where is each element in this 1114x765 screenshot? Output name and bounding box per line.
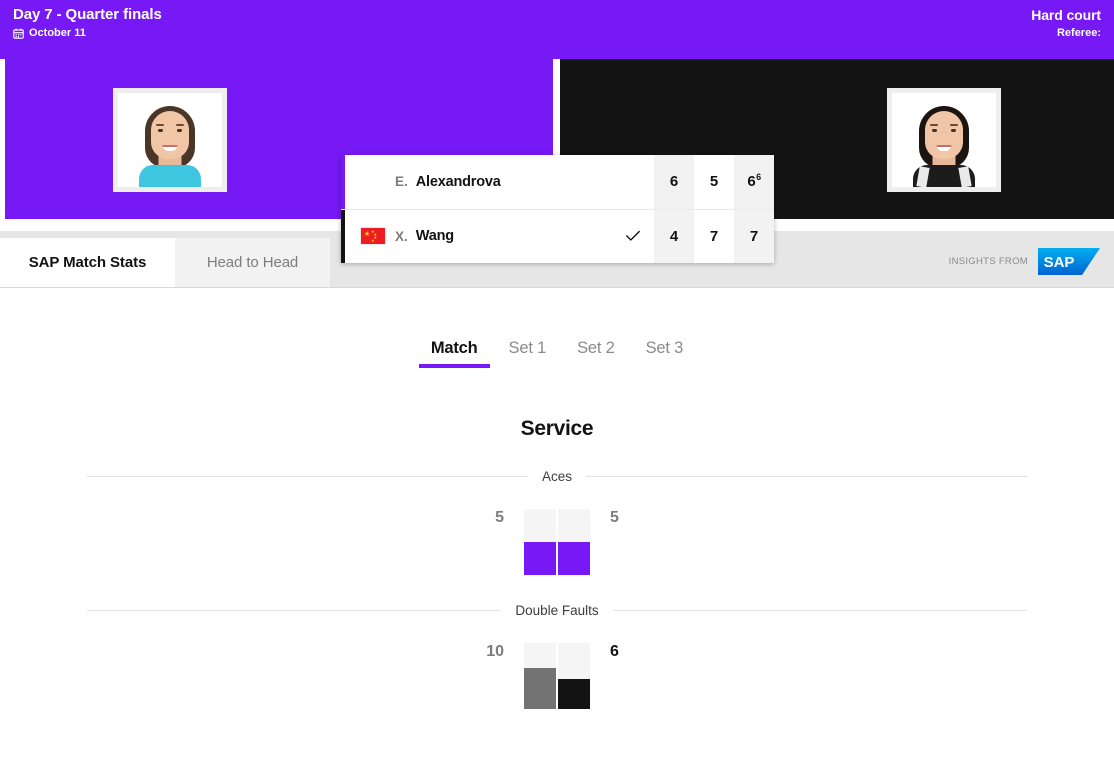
avatar-brow-right (950, 124, 958, 126)
bar-track-left (524, 509, 556, 575)
stat-value-right: 6 (610, 643, 619, 660)
check-icon (626, 230, 640, 242)
player-one-name-cell: E. Alexandrova (345, 155, 654, 209)
match-header: Day 7 - Quarter finals October 11 Hard c… (0, 0, 1114, 59)
stat-bars-aces: 5 5 (0, 509, 1114, 575)
avatar-face (925, 111, 963, 159)
set-score-2: 7 (694, 210, 734, 264)
set-tab-set-3[interactable]: Set 3 (646, 339, 684, 368)
sap-logo: SAP (1038, 248, 1100, 275)
china-flag-icon: ★ ★ ★ ★ ★ (361, 228, 385, 245)
set-tab-match[interactable]: Match (418, 339, 490, 368)
stat-label-row: Double Faults (0, 603, 1114, 618)
divider-right (612, 610, 1028, 611)
flag-star-small: ★ (371, 237, 375, 243)
scoreboard-row-player-one: E. Alexandrova 6 5 66 (341, 155, 774, 210)
player-name: Alexandrova (415, 173, 501, 190)
avatar-eye-right (951, 129, 956, 132)
bar-fill-right (558, 542, 590, 575)
avatar-brow-left (930, 124, 938, 126)
set-score-value: 6 (747, 173, 756, 191)
avatar-eye-left (158, 129, 163, 132)
set-score-2: 5 (694, 155, 734, 209)
divider-right (586, 476, 1028, 477)
header-date-group: October 11 (13, 27, 162, 40)
insights-brand-group: INSIGHTS FROM SAP (949, 248, 1100, 275)
divider-left (87, 476, 528, 477)
stat-label-row: Aces (0, 469, 1114, 484)
set-score-3: 7 (734, 209, 774, 263)
player-two-name-cell: ★ ★ ★ ★ ★ X. Wang (345, 209, 654, 263)
set-score-1: 6 (654, 155, 694, 209)
stats-panel: Match Set 1 Set 2 Set 3 Service Aces 5 5… (0, 288, 1114, 709)
stat-label-aces: Aces (542, 469, 573, 484)
set-score-value: 7 (749, 227, 759, 245)
page-title: Day 7 - Quarter finals (13, 6, 162, 23)
avatar-face (151, 111, 189, 159)
scoreboard: E. Alexandrova 6 5 66 ★ ★ ★ ★ ★ X. Wang (341, 155, 774, 263)
set-filter-tabs: Match Set 1 Set 2 Set 3 (0, 288, 1114, 368)
set-score-3: 66 (734, 155, 774, 209)
referee-label: Referee: (1056, 27, 1101, 39)
player-one-photo (113, 88, 227, 192)
player-name: Wang (415, 228, 454, 245)
calendar-icon (13, 28, 24, 39)
stat-block-double-faults: Double Faults 10 6 (0, 603, 1114, 709)
header-right-group: Hard court Referee: (1031, 5, 1101, 40)
match-banner: E. Alexandrova 6 5 66 ★ ★ ★ ★ ★ X. Wang (0, 59, 1114, 263)
tab-sap-match-stats[interactable]: SAP Match Stats (0, 238, 175, 287)
player-initial: X. (395, 228, 408, 244)
avatar (892, 93, 996, 187)
flag-star-large: ★ (364, 231, 371, 239)
avatar-brow-right (176, 124, 184, 126)
set-score-value: 6 (669, 173, 679, 191)
svg-text:SAP: SAP (1044, 254, 1075, 271)
avatar-eye-left (932, 129, 937, 132)
player-initial: E. (395, 174, 408, 190)
match-date: October 11 (29, 27, 86, 39)
avatar-brow-left (156, 124, 164, 126)
set-score-value: 7 (709, 227, 719, 245)
tab-head-to-head[interactable]: Head to Head (175, 238, 330, 287)
bar-fill-left (524, 542, 556, 575)
court-surface: Hard court (1031, 7, 1101, 23)
header-left-group: Day 7 - Quarter finals October 11 (13, 5, 162, 40)
set-score-value: 5 (709, 173, 719, 191)
bar-fill-left (524, 668, 556, 709)
bar-fill-right (558, 678, 590, 709)
scoreboard-row-player-two: ★ ★ ★ ★ ★ X. Wang 4 7 7 (341, 209, 774, 264)
bar-track-right (558, 509, 590, 575)
avatar-eye-right (177, 129, 182, 132)
stat-bars-double-faults: 10 6 (0, 643, 1114, 709)
stat-label-double-faults: Double Faults (515, 603, 599, 618)
player-two-photo (887, 88, 1001, 192)
set-score-value: 4 (669, 227, 679, 245)
set-tab-set-2[interactable]: Set 2 (577, 339, 615, 368)
set-tab-set-1[interactable]: Set 1 (509, 339, 547, 368)
set-score-1: 4 (654, 209, 694, 263)
avatar (118, 93, 222, 187)
divider-left (87, 610, 502, 611)
stat-value-left: 5 (495, 509, 504, 526)
bar-track-right (558, 643, 590, 709)
stat-block-aces: Aces 5 5 (0, 469, 1114, 575)
insights-from-label: INSIGHTS FROM (948, 256, 1028, 267)
bar-track-left (524, 643, 556, 709)
stats-section-title: Service (520, 417, 594, 440)
stat-value-right: 5 (610, 509, 619, 526)
stat-value-left: 10 (486, 643, 504, 660)
